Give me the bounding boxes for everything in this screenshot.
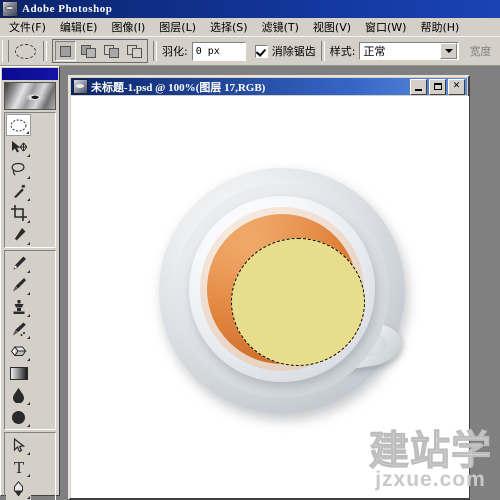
antialias-label: 消除锯齿 [271,45,316,58]
blur-tool[interactable] [6,384,31,406]
close-button[interactable]: ✕ [448,78,465,95]
image-canvas[interactable] [71,96,469,498]
document-window: 未标题-1.psd @ 100%(图层 17,RGB) ✕ [68,75,470,500]
subtract-from-selection-button[interactable] [101,41,122,61]
menu-item-file[interactable]: 文件(F) [2,17,53,37]
application-title: Adobe Photoshop [22,3,113,15]
width-label: 宽度 [469,45,492,58]
toolbox-titlebar[interactable] [2,68,58,80]
photoshop-app-icon [2,1,18,17]
document-titlebar[interactable]: 未标题-1.psd @ 100%(图层 17,RGB) ✕ [71,78,467,95]
crop-tool[interactable] [6,202,31,224]
feather-input[interactable]: 0 px [191,41,246,61]
teacup-artwork [71,96,469,498]
document-title: 未标题-1.psd @ 100%(图层 17,RGB) [91,81,266,94]
options-bar-grip[interactable] [2,40,9,62]
style-selected-value: 正常 [363,45,386,58]
application-titlebar: Adobe Photoshop [0,0,500,18]
svg-text:T: T [13,460,23,475]
marquee-tool[interactable] [6,114,31,136]
style-dropdown[interactable]: 正常 [359,42,460,60]
maximize-button[interactable] [429,78,446,95]
add-to-selection-button[interactable] [78,41,99,61]
antialias-checkbox[interactable] [254,44,268,58]
options-separator-3 [320,41,325,61]
menu-item-view[interactable]: 视图(V) [306,17,358,37]
slice-tool[interactable] [6,224,31,246]
menu-item-select[interactable]: 选择(S) [203,17,255,37]
minimize-button[interactable] [410,78,427,95]
path-selection-tool[interactable] [6,434,31,456]
toolbox-palette: T ⇄ [0,66,60,500]
tool-group-painting [4,250,56,430]
magic-wand-tool[interactable] [6,180,31,202]
menu-item-filter[interactable]: 滤镜(T) [255,17,306,37]
paintbrush-tool[interactable] [6,274,31,296]
menu-item-help[interactable]: 帮助(H) [413,17,466,37]
menu-item-window[interactable]: 窗口(W) [358,17,413,37]
document-icon [73,79,88,94]
photoshop-application-window: Adobe Photoshop 文件(F) 编辑(E) 图像(I) 图层(L) … [0,0,500,500]
photoshop-eye-banner [4,82,56,110]
eraser-tool[interactable] [6,340,31,362]
gradient-tool[interactable] [6,362,31,384]
move-tool[interactable] [6,136,31,158]
healing-brush-tool[interactable] [6,252,31,274]
menu-item-edit[interactable]: 编辑(E) [53,17,105,37]
elliptical-marquee-icon[interactable] [12,40,38,62]
chevron-down-icon[interactable] [440,43,458,59]
tool-group-vector: T [4,432,56,500]
menubar: 文件(F) 编辑(E) 图像(I) 图层(L) 选择(S) 滤镜(T) 视图(V… [0,18,500,37]
intersect-with-selection-button[interactable] [124,41,145,61]
menu-item-layer[interactable]: 图层(L) [152,17,203,37]
tool-group-selection [4,112,56,248]
pen-tool[interactable] [6,478,31,500]
menu-item-image[interactable]: 图像(I) [104,17,152,37]
options-separator-2 [153,41,157,61]
type-tool[interactable]: T [6,456,31,478]
history-brush-tool[interactable] [6,318,31,340]
marching-ants-selection-border [231,238,365,366]
options-separator-1 [43,41,47,61]
clone-stamp-tool[interactable] [6,296,31,318]
style-label: 样式: [329,45,356,58]
antialias-checkbox-row[interactable]: 消除锯齿 [254,43,316,59]
selection-mode-group [52,39,148,63]
feather-label: 羽化: [162,45,188,58]
tool-options-bar: 羽化: 0 px 消除锯齿 样式: 正常 宽度 [0,36,500,67]
new-selection-button[interactable] [55,41,76,61]
dodge-tool[interactable] [6,406,31,428]
lasso-tool[interactable] [6,158,31,180]
